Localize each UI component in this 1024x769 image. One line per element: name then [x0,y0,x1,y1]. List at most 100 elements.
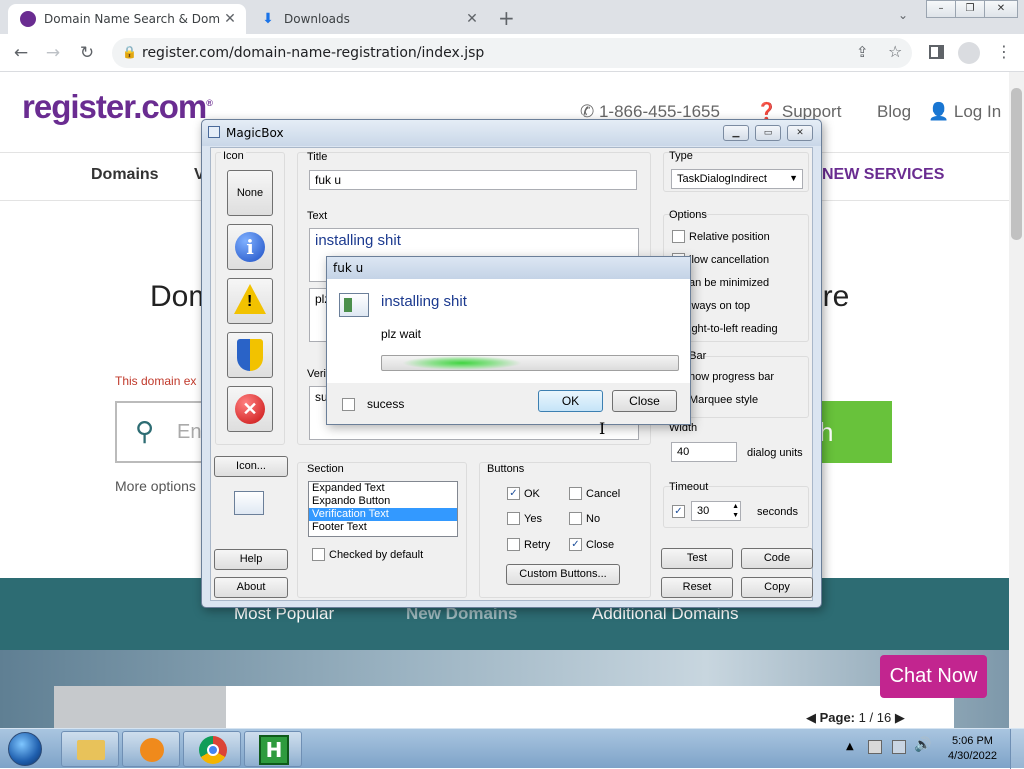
section-option-selected[interactable]: Verification Text [309,508,457,521]
section-option[interactable]: Footer Text [309,521,457,534]
about-button[interactable]: About [214,577,288,598]
volume-icon[interactable]: 🔊 [914,737,931,753]
progress-marquee-glow [402,356,522,370]
checkbox-box[interactable] [507,512,520,525]
ok-button[interactable]: OK [538,390,603,412]
tab-strip: Domain Name Search & Domain ✕ ⬇ Download… [0,0,1024,34]
icon-shield-button[interactable] [227,332,273,378]
scroll-thumb[interactable] [1011,88,1022,240]
login-link[interactable]: 👤 Log In [928,102,1001,122]
reload-icon[interactable]: ↻ [76,42,98,64]
icon-information-button[interactable]: i [227,224,273,270]
start-button[interactable] [8,732,42,766]
restore-window-button[interactable]: ❐ [955,0,985,18]
width-input[interactable]: 40 [671,442,737,462]
code-button[interactable]: Code [741,548,813,569]
logo-registered-mark: ® [206,98,213,108]
checkbox-box[interactable]: ✓ [569,538,582,551]
magicbox-titlebar[interactable]: MagicBox ▁ ▭ ✕ [202,120,821,146]
tab-downloads[interactable]: ⬇ Downloads ✕ [248,4,488,34]
spinner-arrows-icon[interactable]: ▲ ▼ [732,502,739,520]
nav-domains[interactable]: Domains [91,166,159,184]
menu-kebab-icon[interactable]: ⋮ [996,42,1012,61]
timeout-checkbox[interactable]: ✓ [672,505,685,518]
relative-position-checkbox[interactable]: Relative position [672,230,770,243]
checkbox-box[interactable]: ✓ [507,487,520,500]
taskbar-media-player[interactable] [122,731,180,767]
checkbox-label: Cancel [586,487,621,500]
close-tab-icon[interactable]: ✕ [462,11,482,27]
checkbox-box[interactable] [312,548,325,561]
minimize-window-button[interactable]: – [926,0,956,18]
section-option[interactable]: Expanded Text [309,482,457,495]
new-tab-icon[interactable]: + [498,6,515,30]
profile-avatar-icon[interactable] [958,42,980,64]
checkbox-box[interactable] [569,512,582,525]
icon-error-button[interactable]: ✕ [227,386,273,432]
more-options-link[interactable]: More options [115,478,196,494]
ok-checkbox[interactable]: ✓ OK [507,487,540,500]
task-dialog-titlebar[interactable]: fuk u [327,257,690,279]
icon-warning-button[interactable]: ! [227,278,273,324]
text-input-value: installing shit [315,232,401,249]
timeout-spinner[interactable]: 30 ▲ ▼ [691,501,741,521]
cancel-checkbox[interactable]: Cancel [569,487,620,500]
checkbox-box[interactable]: ✓ [672,505,685,518]
action-center-icon[interactable] [868,740,882,754]
close-window-button[interactable]: ✕ [984,0,1018,18]
show-hidden-icons[interactable]: ▲ [846,741,854,752]
icon-none-button[interactable]: None [227,170,273,216]
tab-search-chevron-icon[interactable]: ⌄ [898,8,908,22]
taskbar-explorer[interactable] [61,731,119,767]
mb-minimize-button[interactable]: ▁ [723,125,749,141]
test-button[interactable]: Test [661,548,733,569]
show-desktop-button[interactable] [1010,729,1024,769]
section-option[interactable]: Expando Button [309,495,457,508]
taskbar-magicbox[interactable]: H [244,731,302,767]
reset-button[interactable]: Reset [661,577,733,598]
close-button[interactable]: Close [612,390,677,412]
blog-link[interactable]: Blog [877,102,911,122]
verification-checkbox[interactable]: sucess [342,397,404,411]
chrome-icon-center [207,744,219,756]
system-clock[interactable]: 5:06 PM 4/30/2022 [948,734,997,764]
page-scrollbar[interactable] [1009,72,1024,728]
help-button[interactable]: Help [214,549,288,570]
network-icon[interactable] [892,740,906,754]
checked-by-default-checkbox[interactable]: Checked by default [312,548,423,561]
address-bar[interactable]: 🔒 register.com/domain-name-registration/… [112,38,912,68]
checkbox-box[interactable] [569,487,582,500]
bookmark-star-icon[interactable]: ☆ [888,42,902,61]
retry-checkbox[interactable]: Retry [507,538,550,551]
icon-browse-button[interactable]: Icon... [214,456,288,477]
custom-buttons-button[interactable]: Custom Buttons... [506,564,620,585]
checkbox-box[interactable] [672,230,685,243]
url-text: register.com/domain-name-registration/in… [142,45,485,61]
chat-now-button[interactable]: Chat Now [880,655,987,698]
tab-register[interactable]: Domain Name Search & Domain ✕ [8,4,246,34]
copy-button[interactable]: Copy [741,577,813,598]
taskbar-chrome[interactable] [183,731,241,767]
search-button[interactable]: h [815,401,892,463]
mb-maximize-button[interactable]: ▭ [755,125,781,141]
share-icon[interactable]: ⇪ [856,43,869,61]
mb-close-button[interactable]: ✕ [787,125,813,141]
domain-expired-message: This domain ex [115,374,197,388]
nav-new-services[interactable]: NEW SERVICES [822,166,944,184]
forward-arrow-icon[interactable]: → [42,42,64,64]
close-tab-icon[interactable]: ✕ [220,11,240,27]
yes-checkbox[interactable]: Yes [507,512,542,525]
checkbox-box[interactable] [507,538,520,551]
register-logo[interactable]: register.com® [22,88,213,126]
checkbox-box[interactable] [342,397,355,411]
close-checkbox[interactable]: ✓ Close [569,538,614,551]
back-arrow-icon[interactable]: ← [10,42,32,64]
user-icon: 👤 [928,102,954,121]
prev-page-icon[interactable]: ◀ [806,710,820,725]
title-input[interactable]: fuk u [309,170,637,190]
section-listbox[interactable]: Expanded Text Expando Button Verificatio… [308,481,458,537]
type-select[interactable]: TaskDialogIndirect ▼ [671,169,803,189]
next-page-icon[interactable]: ▶ [895,710,905,725]
side-panel-icon[interactable] [929,45,944,59]
no-checkbox[interactable]: No [569,512,600,525]
